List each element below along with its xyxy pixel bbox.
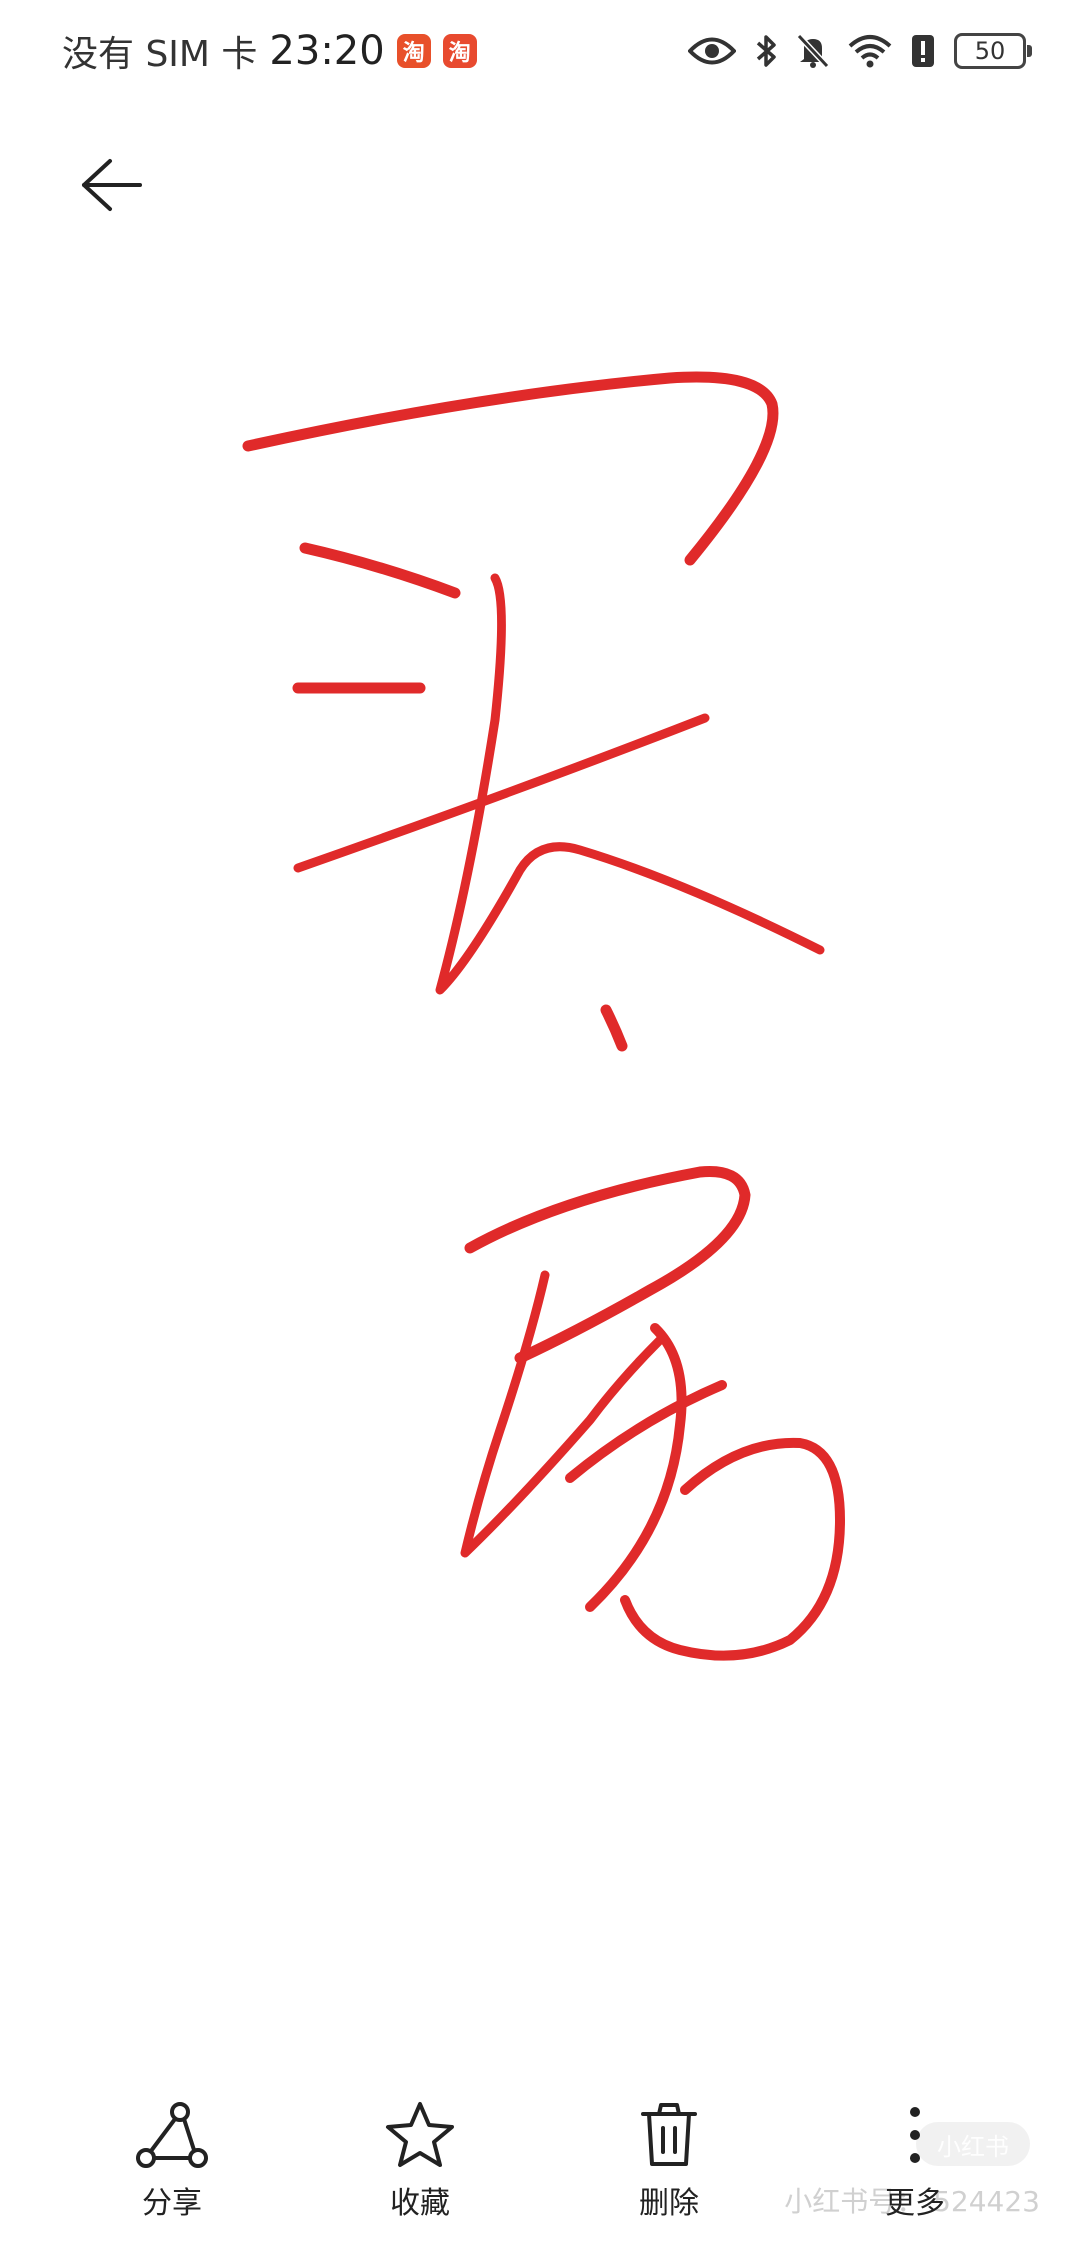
status-right: 50 — [688, 26, 1032, 76]
battery-indicator: 50 — [954, 33, 1032, 69]
delete-label: 删除 — [639, 2186, 699, 2221]
bottom-toolbar: 分享 收藏 删除 更多 — [0, 2100, 1080, 2230]
more-label: 更多 — [885, 2186, 945, 2221]
taobao-special-icon: 淘 — [396, 34, 431, 68]
trash-icon — [641, 2103, 697, 2166]
star-icon — [386, 2102, 454, 2167]
more-dots-icon — [910, 2107, 920, 2163]
favorite-button[interactable]: 收藏 — [345, 2100, 495, 2230]
share-icon — [136, 2102, 208, 2168]
stroke-lower-left — [460, 1270, 665, 1558]
stroke-short-1 — [299, 542, 461, 599]
share-button[interactable]: 分享 — [97, 2100, 247, 2230]
taobao-icon: 淘 — [442, 34, 477, 68]
drawing-canvas[interactable] — [0, 240, 1080, 1940]
stroke-long-diagonal — [293, 713, 710, 873]
clock: 23:20 — [269, 28, 385, 74]
stroke-lower-top — [464, 1165, 751, 1364]
stroke-dot — [600, 1004, 628, 1052]
handwriting-strokes — [242, 371, 845, 1661]
stroke-lower-cross — [565, 1380, 727, 1483]
favorite-label: 收藏 — [390, 2186, 450, 2221]
status-bar: 没有 SIM 卡 23:20 淘 淘 50 — [0, 0, 1080, 100]
back-button[interactable] — [70, 150, 150, 220]
mute-bell-icon — [796, 33, 830, 69]
bluetooth-icon — [756, 35, 776, 67]
carrier-text: 没有 SIM 卡 — [62, 34, 258, 75]
wifi-icon — [848, 35, 892, 68]
more-button[interactable]: 更多 — [840, 2100, 990, 2230]
alert-icon — [912, 35, 934, 67]
stroke-lower-right — [620, 1437, 845, 1661]
eye-icon — [688, 37, 736, 65]
stroke-vertical — [435, 573, 825, 995]
delete-button[interactable]: 删除 — [594, 2100, 744, 2230]
stroke-top-sweep — [242, 371, 779, 566]
arrow-left-icon — [82, 159, 142, 211]
share-label: 分享 — [142, 2186, 202, 2221]
status-left: 没有 SIM 卡 23:20 淘 淘 — [62, 26, 477, 76]
battery-level: 50 — [974, 37, 1006, 65]
